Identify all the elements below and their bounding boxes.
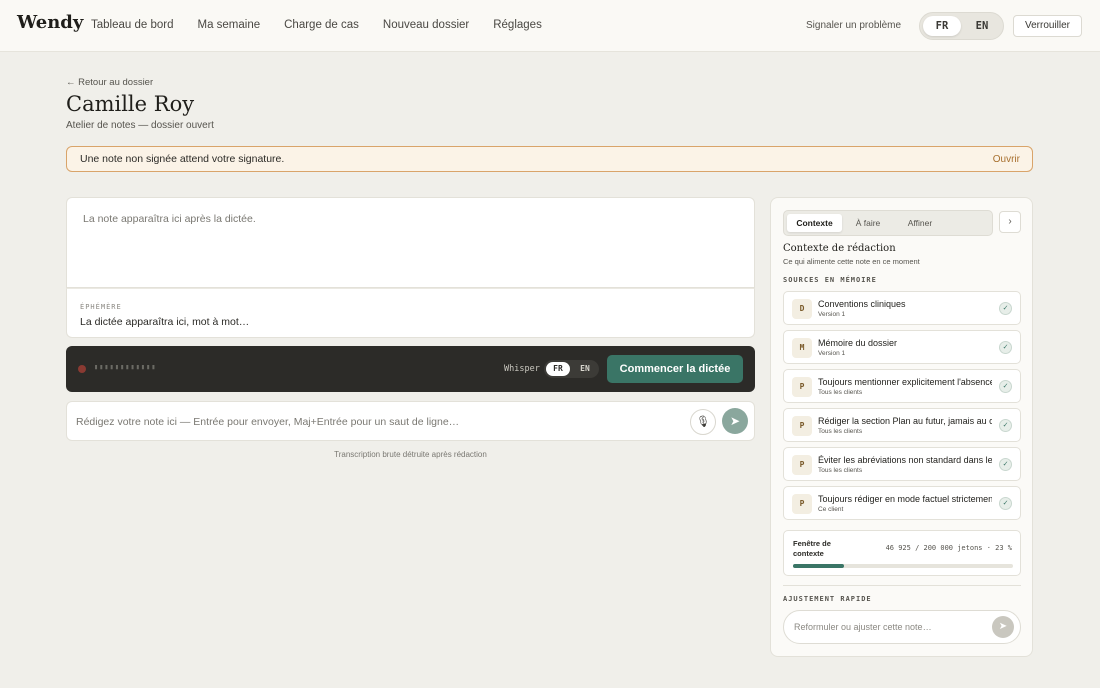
source-type-badge: M [792,338,812,358]
back-to-file-link[interactable]: ← Retour au dossier [66,77,153,88]
source-item[interactable]: P Toujours rédiger en mode factuel stric… [783,486,1021,520]
source-item[interactable]: D Conventions cliniques Version 1 ✓ [783,291,1021,325]
source-type-badge: P [792,455,812,475]
note-placeholder: La note apparaîtra ici après la dictée. [83,213,256,225]
source-meta: Version 1 [818,350,846,357]
nav-my-week[interactable]: Ma semaine [197,19,260,31]
page-subtitle: Atelier de notes — dossier ouvert [66,120,214,131]
note-output-area[interactable]: La note apparaîtra ici après la dictée. [66,197,755,288]
panel-tabs: Contexte À faire Affiner [783,210,993,236]
report-problem-link[interactable]: Signaler un problème [806,20,901,31]
check-icon[interactable]: ✓ [999,458,1012,471]
panel-title: Contexte de rédaction [783,243,896,254]
context-window-value: 46 925 / 200 000 jetons · 23 % [885,544,1012,552]
source-item[interactable]: M Mémoire du dossier Version 1 ✓ [783,330,1021,364]
sources-section-label: SOURCES EN MÉMOIRE [783,276,877,284]
tab-refine[interactable]: Affiner [894,214,946,232]
context-panel: Contexte À faire Affiner › Contexte de r… [770,197,1033,657]
quick-adjust-label: AJUSTEMENT RAPIDE [783,595,872,603]
source-meta: Tous les clients [818,389,863,396]
ephemeral-label: ÉPHÉMÈRE [80,303,122,311]
language-toggle: FR EN [919,12,1004,40]
unsigned-note-banner: Une note non signée attend votre signatu… [66,146,1033,172]
microphone-icon[interactable]: 🎙 [690,409,716,435]
source-meta: Ce client [818,506,844,513]
send-icon[interactable]: ➤ [722,408,748,434]
page-title: Camille Roy [66,92,195,116]
waveform-icon: ▮▮▮▮▮▮▮▮▮▮▮▮ [94,363,157,371]
source-name: Toujours mentionner explicitement l'abse… [818,377,992,387]
panel-subtitle: Ce qui alimente cette note en ce moment [783,257,920,266]
check-icon[interactable]: ✓ [999,302,1012,315]
source-name: Conventions cliniques [818,299,906,309]
engine-label: Whisper [504,364,540,374]
source-type-badge: P [792,377,812,397]
lang-en-button[interactable]: EN [963,16,1001,36]
dictation-bar: ▮▮▮▮▮▮▮▮▮▮▮▮ Whisper FR EN Commencer la … [66,346,755,392]
source-type-badge: P [792,494,812,514]
source-name: Toujours rédiger en mode factuel stricte… [818,494,992,504]
lock-button[interactable]: Verrouiller [1013,15,1082,37]
lang-fr-button[interactable]: FR [923,16,961,36]
start-dictation-button[interactable]: Commencer la dictée [607,355,743,383]
nav-settings[interactable]: Réglages [493,19,542,31]
app-logo[interactable]: Wendy [17,12,83,33]
raw-transcript-notice: Transcription brute détruite après rédac… [334,450,487,459]
panel-divider [783,585,1021,586]
source-name: Rédiger la section Plan au futur, jamais… [818,416,992,426]
check-icon[interactable]: ✓ [999,380,1012,393]
source-item[interactable]: P Toujours mentionner explicitement l'ab… [783,369,1021,403]
tab-todo[interactable]: À faire [844,214,892,232]
source-meta: Tous les clients [818,428,863,435]
banner-message: Une note non signée attend votre signatu… [80,153,285,165]
source-type-badge: P [792,416,812,436]
check-icon[interactable]: ✓ [999,341,1012,354]
source-item[interactable]: P Rédiger la section Plan au futur, jama… [783,408,1021,442]
source-name: Mémoire du dossier [818,338,898,348]
context-window-meter: Fenêtre de contexte 46 925 / 200 000 jet… [783,530,1021,576]
quick-adjust-send-icon[interactable]: ➤ [992,616,1014,638]
source-type-badge: D [792,299,812,319]
ephemeral-text: La dictée apparaîtra ici, mot à mot… [80,316,250,328]
compose-box: 🎙 ➤ [66,401,755,441]
dictation-lang-en[interactable]: EN [573,362,597,376]
source-meta: Tous les clients [818,467,863,474]
source-item[interactable]: P Éviter les abréviations non standard d… [783,447,1021,481]
dictation-language-toggle: FR EN [544,360,599,378]
main-nav: Tableau de bord Ma semaine Charge de cas… [91,19,542,31]
banner-open-link[interactable]: Ouvrir [993,154,1020,165]
context-window-fill [793,564,844,568]
nav-dashboard[interactable]: Tableau de bord [91,19,173,31]
record-dot-icon [78,365,86,373]
ephemeral-transcript: ÉPHÉMÈRE La dictée apparaîtra ici, mot à… [66,288,755,338]
top-bar: Wendy Tableau de bord Ma semaine Charge … [0,0,1100,52]
compose-input[interactable] [76,413,676,431]
collapse-panel-icon[interactable]: › [999,211,1021,233]
dictation-lang-fr[interactable]: FR [546,362,570,376]
context-window-track [793,564,1013,568]
quick-adjust-input[interactable] [794,620,984,634]
check-icon[interactable]: ✓ [999,419,1012,432]
source-meta: Version 1 [818,311,846,318]
nav-caseload[interactable]: Charge de cas [284,19,359,31]
check-icon[interactable]: ✓ [999,497,1012,510]
source-name: Éviter les abréviations non standard dan… [818,455,992,465]
nav-new-file[interactable]: Nouveau dossier [383,19,469,31]
tab-context[interactable]: Contexte [787,214,842,232]
quick-adjust-box: ➤ [783,610,1021,644]
context-window-label: Fenêtre de contexte [793,539,831,558]
